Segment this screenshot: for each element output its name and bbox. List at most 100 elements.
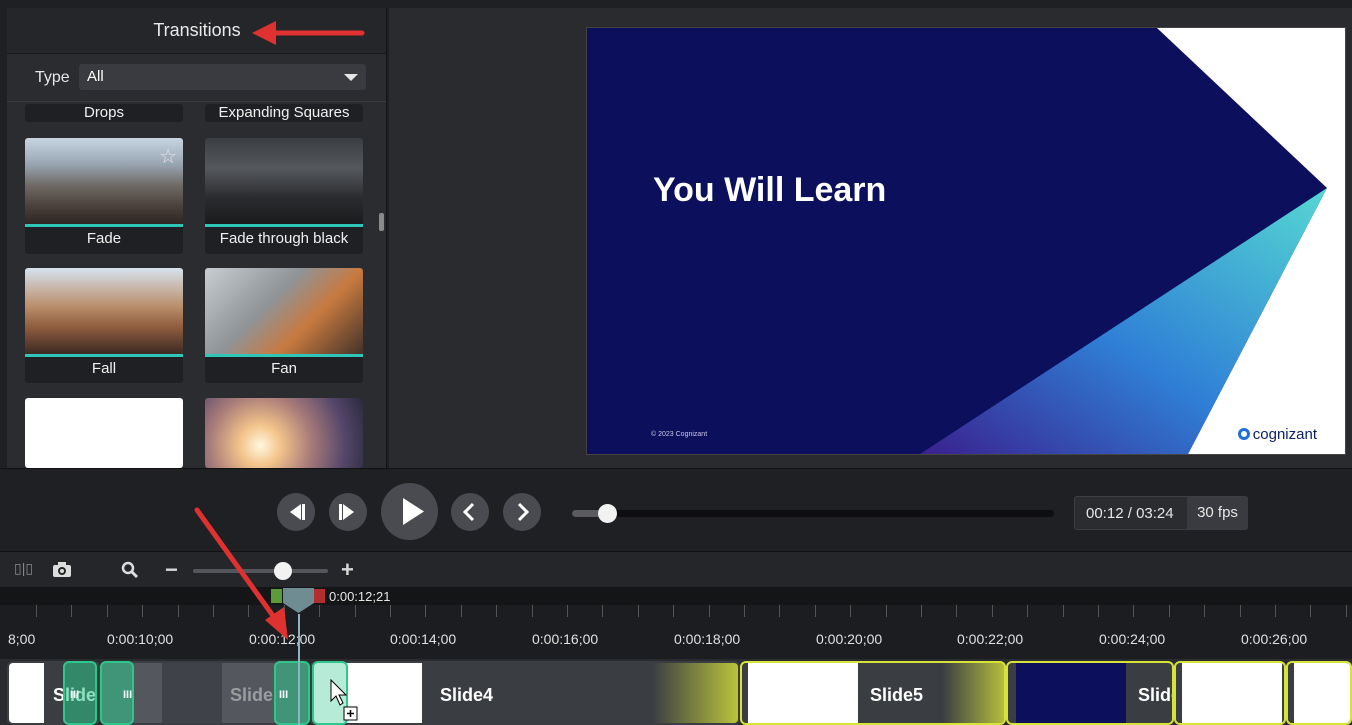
selection-end-handle[interactable] xyxy=(314,589,325,603)
transition-thumbnail xyxy=(205,398,363,468)
clip-name: Slide xyxy=(230,685,274,705)
clip-name: Slide4 xyxy=(440,685,494,705)
timeline-clip[interactable]: Slide5 xyxy=(740,661,1006,725)
transition-fade[interactable]: ☆ Fade xyxy=(25,138,183,254)
slide-copyright: © 2023 Cognizant xyxy=(651,431,708,438)
selection-start-handle[interactable] xyxy=(271,589,282,603)
transition-fan[interactable]: Fan xyxy=(205,268,363,383)
grip-icon: III xyxy=(70,689,80,701)
transition-fade-through-black[interactable]: Fade through black xyxy=(205,138,363,254)
ruler-tick xyxy=(142,605,143,617)
clip-thumbnail xyxy=(9,663,44,723)
ruler-tick xyxy=(815,605,816,617)
transition-block[interactable]: III xyxy=(274,661,310,725)
timeline-clip[interactable]: Slide4 xyxy=(310,661,740,725)
ruler-tick xyxy=(709,605,710,617)
transition-block[interactable]: III xyxy=(63,661,97,725)
transition-tile[interactable] xyxy=(25,398,183,468)
ruler-tick xyxy=(178,605,179,617)
ruler-tick xyxy=(319,605,320,617)
ruler-tick xyxy=(1240,605,1241,617)
timeline-track: Slide Slide Slide4 Slide5 Slide III III … xyxy=(0,659,1352,725)
transition-block[interactable]: III xyxy=(100,661,134,725)
ruler-tick xyxy=(390,605,391,617)
previous-frame-button[interactable] xyxy=(277,493,315,531)
camera-icon[interactable] xyxy=(52,562,72,578)
zoom-slider-handle[interactable] xyxy=(274,562,292,580)
chevron-down-icon xyxy=(344,74,358,81)
transition-accent-bar xyxy=(25,224,183,227)
ruler-tick-label: 0:00:18;00 xyxy=(674,631,741,647)
fps-selector[interactable]: 30 fps xyxy=(1187,497,1248,529)
transition-drops[interactable]: Drops xyxy=(25,104,183,122)
panel-title: Transitions xyxy=(153,20,241,40)
time-separator: / xyxy=(1123,505,1137,522)
scrub-track[interactable] xyxy=(572,510,1054,517)
step-forward-icon xyxy=(339,504,354,520)
transitions-panel: Transitions Type All Drops Expanding Squ… xyxy=(7,8,387,468)
search-icon[interactable] xyxy=(121,561,139,579)
ruler-tick-label: 0:00:24;00 xyxy=(1099,631,1166,647)
ruler-tick xyxy=(1133,605,1134,617)
timeline-clip[interactable] xyxy=(1174,661,1286,725)
ruler-tick xyxy=(1169,605,1170,617)
slide-preview[interactable]: You Will Learn © 2023 Cognizant cognizan… xyxy=(586,27,1346,455)
split-icon[interactable]: ▯|▯ xyxy=(14,560,33,577)
ruler-tick-label: 0:00:10;00 xyxy=(107,631,174,647)
clip-glow xyxy=(652,663,738,723)
timeline-ruler[interactable]: 0:00:12;21 8;00 0:00:10;00 0:00:12;00 0:… xyxy=(0,587,1352,659)
transition-accent-bar xyxy=(205,224,363,227)
previous-marker-button[interactable] xyxy=(451,493,489,531)
playhead-line xyxy=(298,614,300,725)
type-filter-row: Type All xyxy=(7,54,386,102)
clip-thumbnail xyxy=(1016,663,1126,723)
ruler-tick xyxy=(779,605,780,617)
play-button[interactable] xyxy=(381,483,438,540)
panel-scrollbar[interactable] xyxy=(379,213,384,231)
next-frame-button[interactable] xyxy=(329,493,367,531)
ruler-tick xyxy=(36,605,37,617)
timeline-clip[interactable] xyxy=(1286,661,1352,725)
panel-header: Transitions xyxy=(7,8,386,54)
transition-label: Drops xyxy=(83,104,124,121)
transition-label: Fade through black xyxy=(219,230,349,247)
ruler-tick-label: 0:00:26;00 xyxy=(1241,631,1308,647)
zoom-in-button[interactable]: + xyxy=(341,557,354,583)
clip-name: Slide5 xyxy=(870,685,924,705)
cursor-add-icon xyxy=(330,679,358,721)
ruler-tick xyxy=(425,605,426,617)
step-back-icon xyxy=(290,504,305,520)
zoom-out-button[interactable]: − xyxy=(165,557,178,583)
ruler-tick xyxy=(921,605,922,617)
ruler-tick xyxy=(638,605,639,617)
ruler-tick xyxy=(602,605,603,617)
ruler-tick xyxy=(956,605,957,617)
ruler-tick xyxy=(355,605,356,617)
total-time: 03:24 xyxy=(1136,505,1174,522)
slide-title: You Will Learn xyxy=(653,171,887,209)
transition-thumbnail xyxy=(205,268,363,354)
ruler-tick-label: 0:00:12;00 xyxy=(249,631,316,647)
transition-tile[interactable] xyxy=(205,398,363,468)
next-marker-button[interactable] xyxy=(503,493,541,531)
ruler-tick xyxy=(213,605,214,617)
type-select-value: All xyxy=(87,68,104,85)
ruler-tick xyxy=(744,605,745,617)
ruler-tick xyxy=(1346,605,1347,617)
slide-graphic xyxy=(920,28,1345,454)
transition-fall[interactable]: Fall xyxy=(25,268,183,383)
transition-label: Fade xyxy=(86,230,122,247)
transition-expanding-squares[interactable]: Expanding Squares xyxy=(205,104,363,122)
camtasia-editor: Transitions Type All Drops Expanding Squ… xyxy=(0,0,1352,725)
star-icon[interactable]: ☆ xyxy=(159,144,177,169)
zoom-slider-track[interactable] xyxy=(193,569,328,573)
ruler-marker-bar xyxy=(0,587,1352,605)
timeline-clip[interactable]: Slide xyxy=(1006,661,1174,725)
ruler-tick xyxy=(284,605,285,617)
type-select[interactable]: All xyxy=(79,64,366,90)
playhead[interactable] xyxy=(283,588,314,613)
current-time: 00:12 xyxy=(1086,505,1124,522)
ruler-tick-label: 0:00:16;00 xyxy=(532,631,599,647)
scrub-handle[interactable] xyxy=(598,504,617,523)
ruler-tick xyxy=(1063,605,1064,617)
